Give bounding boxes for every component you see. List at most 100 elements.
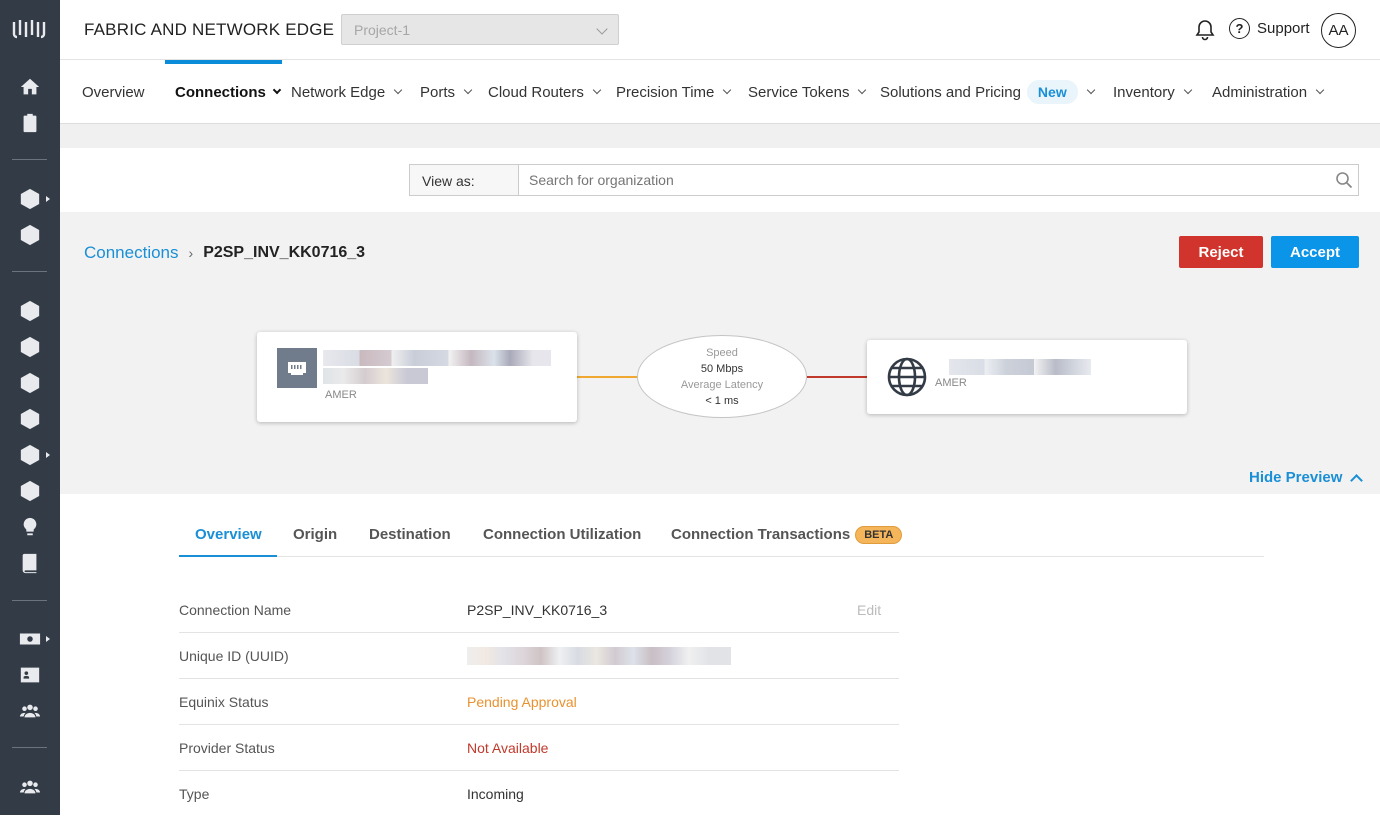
z-side-link-line	[807, 376, 867, 378]
ethernet-port-icon	[277, 348, 317, 388]
project-select-value: Project-1	[354, 22, 411, 38]
top-bar: FABRIC AND NETWORK EDGE Project-1 ? Supp…	[60, 0, 1380, 60]
nav-connections[interactable]: Connections	[175, 60, 282, 124]
project-select[interactable]: Project-1	[341, 14, 619, 45]
network-edge-icon[interactable]	[18, 299, 42, 323]
detail-key: Equinix Status	[179, 694, 269, 710]
fabric-layers-icon[interactable]	[18, 187, 42, 211]
user-avatar[interactable]: AA	[1321, 13, 1356, 48]
nav-label: Overview	[82, 83, 145, 101]
tab-connection-transactions[interactable]: Connection Transactions BETA	[671, 516, 903, 557]
user-settings-icon[interactable]	[18, 775, 42, 799]
detail-row-uuid: Unique ID (UUID)	[179, 633, 899, 679]
nav-label: Service Tokens	[748, 83, 850, 101]
chevron-down-icon	[1315, 85, 1325, 95]
nav-solutions-pricing[interactable]: Solutions and Pricing New	[880, 60, 1095, 124]
chevron-down-icon	[596, 23, 608, 35]
detail-row-type: Type Incoming	[179, 771, 899, 817]
equinix-logo-icon[interactable]	[11, 17, 49, 41]
nav-label: Network Edge	[291, 83, 386, 101]
internet-access-icon[interactable]	[18, 407, 42, 431]
hide-preview-toggle[interactable]: Hide Preview	[1249, 469, 1364, 487]
tab-destination[interactable]: Destination	[369, 516, 451, 557]
lightbulb-icon[interactable]	[18, 515, 42, 539]
clock-icon[interactable]	[18, 479, 42, 503]
nav-ports[interactable]: Ports	[420, 60, 473, 124]
detail-key: Unique ID (UUID)	[179, 648, 289, 664]
detail-row-connection-name: Connection Name P2SP_INV_KK0716_3 Edit	[179, 587, 899, 633]
organization-search-input[interactable]	[518, 164, 1359, 196]
sidebar	[0, 0, 60, 815]
users-icon[interactable]	[18, 699, 42, 723]
main-nav: Overview Connections Network Edge Ports …	[60, 60, 1380, 124]
nav-administration[interactable]: Administration	[1212, 60, 1325, 124]
nav-label: Inventory	[1113, 83, 1175, 101]
billing-icon[interactable]	[18, 627, 42, 651]
tab-overview[interactable]: Overview	[179, 516, 277, 557]
sidebar-divider	[12, 600, 47, 601]
page-spacer	[60, 124, 1380, 148]
breadcrumb: Connections › P2SP_INV_KK0716_3	[84, 243, 365, 263]
exchange-icon[interactable]	[18, 443, 42, 467]
nav-inventory[interactable]: Inventory	[1113, 60, 1192, 124]
redacted-uuid	[467, 647, 731, 665]
view-as-label: View as:	[409, 164, 519, 196]
new-badge: New	[1026, 80, 1078, 104]
reject-button[interactable]: Reject	[1179, 236, 1263, 268]
nav-cloud-routers[interactable]: Cloud Routers	[488, 60, 602, 124]
cloud-router-icon[interactable]	[18, 335, 42, 359]
nav-label: Solutions and Pricing	[880, 83, 1021, 101]
nav-overview[interactable]: Overview	[82, 60, 145, 124]
connection-details: Connection Name P2SP_INV_KK0716_3 Edit U…	[179, 587, 899, 817]
nav-precision-time[interactable]: Precision Time	[616, 60, 732, 124]
z-side-region: AMER	[935, 377, 967, 389]
tab-connection-utilization[interactable]: Connection Utilization	[483, 516, 641, 557]
id-card-icon[interactable]	[18, 663, 42, 687]
chevron-down-icon	[463, 85, 473, 95]
nav-service-tokens[interactable]: Service Tokens	[748, 60, 867, 124]
accept-button[interactable]: Accept	[1271, 236, 1359, 268]
z-side-node[interactable]: AMER	[867, 340, 1187, 414]
chevron-down-icon	[1183, 85, 1192, 95]
chevron-down-icon	[1086, 85, 1095, 95]
a-side-node[interactable]: AMER	[257, 332, 577, 422]
nav-label: Precision Time	[616, 83, 715, 101]
chevron-up-icon	[1350, 473, 1364, 487]
clipboard-icon[interactable]	[18, 111, 42, 135]
nav-network-edge[interactable]: Network Edge	[291, 60, 403, 124]
sidebar-divider	[12, 271, 47, 272]
sidebar-divider	[12, 747, 47, 748]
chevron-down-icon	[393, 85, 403, 95]
a-side-region: AMER	[325, 389, 357, 401]
tab-origin[interactable]: Origin	[293, 516, 337, 557]
notifications-bell-icon[interactable]	[1195, 19, 1215, 41]
app-title: FABRIC AND NETWORK EDGE	[84, 20, 335, 39]
home-icon[interactable]	[18, 75, 42, 99]
beta-badge: BETA	[855, 526, 903, 544]
search-icon[interactable]	[1335, 171, 1353, 189]
type-value: Incoming	[467, 786, 524, 802]
support-link[interactable]: ? Support	[1229, 18, 1310, 39]
provider-status-value: Not Available	[467, 740, 549, 756]
speed-label: Speed	[706, 347, 738, 359]
guide-book-icon[interactable]	[18, 551, 42, 575]
support-label: Support	[1257, 20, 1310, 37]
globe-icon	[887, 357, 927, 397]
redacted-destination-name	[949, 359, 1091, 375]
detail-tabs: Overview Origin Destination Connection U…	[179, 516, 1264, 557]
chevron-down-icon	[592, 85, 602, 95]
sidebar-divider	[12, 159, 47, 160]
equinix-status-value: Pending Approval	[467, 694, 577, 710]
a-side-link-line	[577, 376, 637, 378]
latency-value: < 1 ms	[705, 395, 739, 407]
ports-icon[interactable]	[18, 371, 42, 395]
detail-key: Type	[179, 786, 210, 802]
nav-label: Cloud Routers	[488, 83, 584, 101]
expand-arrow-icon	[46, 636, 50, 642]
breadcrumb-current: P2SP_INV_KK0716_3	[203, 244, 366, 261]
metrics-icon[interactable]	[18, 223, 42, 247]
nav-label: Administration	[1212, 83, 1308, 101]
breadcrumb-connections-link[interactable]: Connections	[84, 243, 179, 263]
detail-value: P2SP_INV_KK0716_3	[467, 602, 608, 618]
edit-link[interactable]: Edit	[857, 602, 881, 618]
